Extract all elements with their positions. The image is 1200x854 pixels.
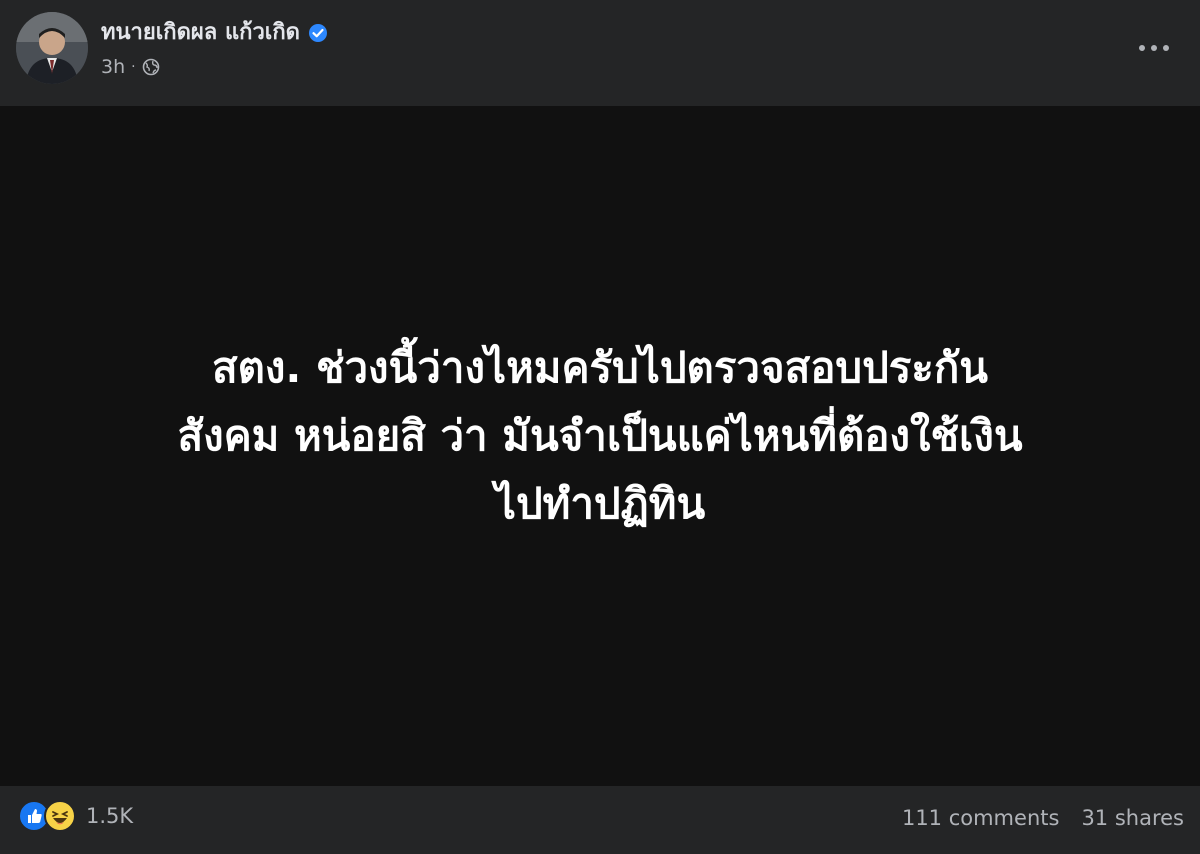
shares-link[interactable]: 31 shares	[1081, 802, 1184, 834]
author-name[interactable]: ทนายเกิดผล แก้วเกิด	[101, 18, 300, 48]
post-content[interactable]: สตง. ช่วงนี้ว่างไหมครับไปตรวจสอบประกัน ส…	[0, 106, 1200, 786]
post-text: สตง. ช่วงนี้ว่างไหมครับไปตรวจสอบประกัน ส…	[45, 334, 1155, 538]
post-text-line: ไปทำปฏิทิน	[494, 479, 706, 528]
haha-icon	[44, 800, 76, 832]
more-options-button[interactable]	[1136, 30, 1172, 66]
post-text-line: สตง. ช่วงนี้ว่างไหมครับไปตรวจสอบประกัน	[211, 343, 989, 392]
reaction-count: 1.5K	[86, 804, 134, 828]
comments-link[interactable]: 111 comments	[902, 802, 1059, 834]
post-meta: 3h ·	[101, 54, 160, 80]
post-header: ทนายเกิดผล แก้วเกิด 3h ·	[0, 0, 1200, 106]
post-text-line: สังคม หน่อยสิ ว่า มันจำเป็นแค่ไหนที่ต้อง…	[177, 411, 1023, 460]
post-footer: 1.5K 111 comments 31 shares	[0, 786, 1200, 854]
globe-icon[interactable]	[142, 58, 160, 76]
meta-separator: ·	[131, 59, 136, 75]
engagement-stats: 111 comments 31 shares	[902, 802, 1184, 834]
author-row: ทนายเกิดผล แก้วเกิด	[101, 18, 328, 48]
post-timestamp[interactable]: 3h	[101, 54, 125, 80]
reactions-summary[interactable]: 1.5K	[18, 800, 133, 832]
more-options-icon	[1139, 45, 1169, 51]
facebook-post: ทนายเกิดผล แก้วเกิด 3h · สตง. ช่วงนี้ว่า…	[0, 0, 1200, 854]
verified-badge-icon	[308, 23, 328, 43]
avatar[interactable]	[16, 12, 88, 84]
